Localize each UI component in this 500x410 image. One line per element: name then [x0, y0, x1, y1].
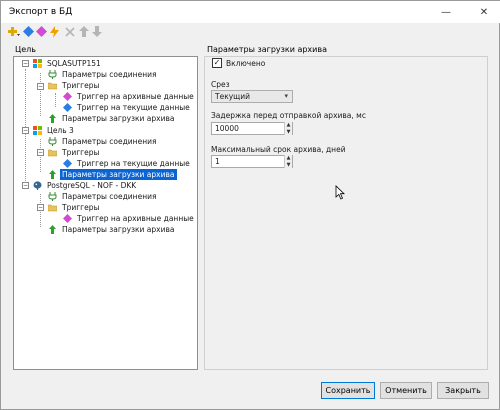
- tree-node-label: Параметры соединения: [62, 192, 157, 201]
- diamond-pink-icon: [36, 26, 47, 37]
- folder-icon: [47, 148, 58, 157]
- tree-node-label: Параметры загрузки архива: [60, 169, 177, 180]
- green-arrow-icon: [48, 225, 57, 234]
- tree-node-label: Параметры соединения: [62, 70, 157, 79]
- postgres-icon: [33, 181, 42, 190]
- target-group-label: Цель: [15, 45, 36, 54]
- tree-node-current-trigger[interactable]: Триггер на текущие данные: [63, 102, 192, 113]
- max-age-label: Максимальный срок архива, дней: [211, 145, 346, 154]
- lightning-icon: [50, 25, 59, 38]
- diamond-pink-icon: [63, 214, 72, 223]
- tree-node-archive-trigger[interactable]: Триггер на архивные данные: [63, 91, 196, 102]
- tree-node-archive-trigger[interactable]: Триггер на архивные данные: [63, 213, 196, 224]
- tree-node-label: Триггер на архивные данные: [77, 214, 194, 223]
- cancel-button[interactable]: Отменить: [380, 382, 432, 399]
- add-trigger-button[interactable]: [22, 25, 35, 38]
- folder-icon: [47, 203, 58, 212]
- tree-node-label: Параметры загрузки архива: [62, 114, 175, 123]
- diamond-pink-icon: [63, 92, 72, 101]
- diamond-blue-icon: [63, 159, 72, 168]
- tree-node-label: Цель 3: [47, 126, 74, 135]
- slice-label: Срез: [211, 80, 230, 89]
- tree-node-label: PostgreSQL - NOF - DKK: [47, 181, 137, 190]
- delay-label: Задержка перед отправкой архива, мс: [211, 111, 366, 120]
- tree-expander[interactable]: −: [22, 127, 29, 134]
- title-bar: Экспорт в БД — ✕: [1, 1, 500, 23]
- tree-node-label: Триггер на архивные данные: [77, 92, 194, 101]
- tree-node-current-trigger[interactable]: Триггер на текущие данные: [63, 158, 192, 169]
- plug-icon: [48, 70, 57, 79]
- chevron-down-icon: ▾: [284, 92, 288, 100]
- move-up-icon: [78, 26, 89, 37]
- slice-value: Текущий: [215, 92, 250, 101]
- tree-node-triggers[interactable]: Триггеры: [47, 147, 101, 158]
- slice-select[interactable]: Текущий ▾: [211, 90, 293, 103]
- tree-node-archive-params[interactable]: Параметры загрузки архива: [48, 224, 177, 235]
- tree-node-sqlasutp151[interactable]: SQLASUTP151: [33, 58, 103, 69]
- tree-node-label: Параметры загрузки архива: [62, 225, 175, 234]
- add-dropdown-icon: [8, 27, 20, 36]
- spin-down-icon[interactable]: ▼: [285, 162, 292, 169]
- max-age-value: 1: [215, 157, 220, 166]
- tree-node-label: Триггеры: [62, 203, 100, 212]
- tree-node-archive-params-selected[interactable]: Параметры загрузки архива: [48, 169, 177, 180]
- tree-node-archive-params[interactable]: Параметры загрузки архива: [48, 113, 177, 124]
- plug-icon: [48, 137, 57, 146]
- tree-node-connection[interactable]: Параметры соединения: [48, 69, 159, 80]
- archive-params-panel: [204, 56, 488, 370]
- tree-line: [55, 93, 56, 107]
- spin-down-icon[interactable]: ▼: [285, 129, 292, 136]
- mouse-cursor-icon: [335, 185, 345, 200]
- add-archive-trigger-button[interactable]: [35, 25, 48, 38]
- max-age-input[interactable]: 1: [211, 155, 293, 168]
- tree-expander[interactable]: −: [22, 60, 29, 67]
- folder-icon: [47, 81, 58, 90]
- move-down-button[interactable]: [90, 25, 103, 38]
- tree-expander[interactable]: −: [37, 83, 44, 90]
- tree-node-label: Триггеры: [62, 81, 100, 90]
- export-dialog: Экспорт в БД — ✕ Цель − − − − − − SQLASU…: [0, 0, 500, 410]
- enabled-checkbox[interactable]: ✓: [212, 58, 222, 68]
- green-arrow-icon: [48, 170, 57, 179]
- tree-node-triggers[interactable]: Триггеры: [47, 202, 101, 213]
- tree-node-postgresql[interactable]: PostgreSQL - NOF - DKK: [33, 180, 138, 191]
- tree-line: [40, 73, 41, 116]
- diamond-blue-icon: [63, 103, 72, 112]
- tree-node-connection[interactable]: Параметры соединения: [48, 191, 159, 202]
- move-up-button[interactable]: [77, 25, 90, 38]
- tree-node-label: Параметры соединения: [62, 137, 157, 146]
- tree-node-target3[interactable]: Цель 3: [33, 125, 76, 136]
- tree-node-label: Триггер на текущие данные: [77, 159, 190, 168]
- tree-node-label: SQLASUTP151: [47, 59, 101, 68]
- close-window-button[interactable]: ✕: [469, 1, 499, 23]
- tree-node-label: Триггер на текущие данные: [77, 103, 190, 112]
- move-down-icon: [91, 26, 102, 37]
- enabled-label: Включено: [226, 59, 266, 68]
- add-dropdown-button[interactable]: [7, 25, 20, 38]
- delete-icon: [64, 26, 75, 37]
- max-age-stepper[interactable]: ▲ ▼: [284, 155, 292, 168]
- archive-params-group-label: Параметры загрузки архива: [207, 45, 327, 54]
- run-button[interactable]: [48, 25, 61, 38]
- tree-node-connection[interactable]: Параметры соединения: [48, 136, 159, 147]
- delay-input[interactable]: 10000: [211, 122, 293, 135]
- windows-db-icon: [33, 59, 42, 68]
- windows-db-icon: [33, 126, 42, 135]
- delay-value: 10000: [215, 124, 239, 133]
- window-title: Экспорт в БД: [9, 7, 73, 17]
- green-arrow-icon: [48, 114, 57, 123]
- plug-icon: [48, 192, 57, 201]
- tree-expander[interactable]: −: [37, 204, 44, 211]
- tree-expander[interactable]: −: [22, 182, 29, 189]
- minimize-button[interactable]: —: [431, 1, 461, 23]
- close-button[interactable]: Закрыть: [437, 382, 489, 399]
- save-button[interactable]: Сохранить: [321, 382, 375, 399]
- tree-node-label: Триггеры: [62, 148, 100, 157]
- target-tree[interactable]: − − − − − − SQLASUTP151 Параметры соедин…: [13, 56, 198, 370]
- tree-expander[interactable]: −: [37, 149, 44, 156]
- tree-node-triggers[interactable]: Триггеры: [47, 80, 101, 91]
- delay-stepper[interactable]: ▲ ▼: [284, 122, 292, 135]
- diamond-blue-icon: [23, 26, 34, 37]
- delete-button[interactable]: [63, 25, 76, 38]
